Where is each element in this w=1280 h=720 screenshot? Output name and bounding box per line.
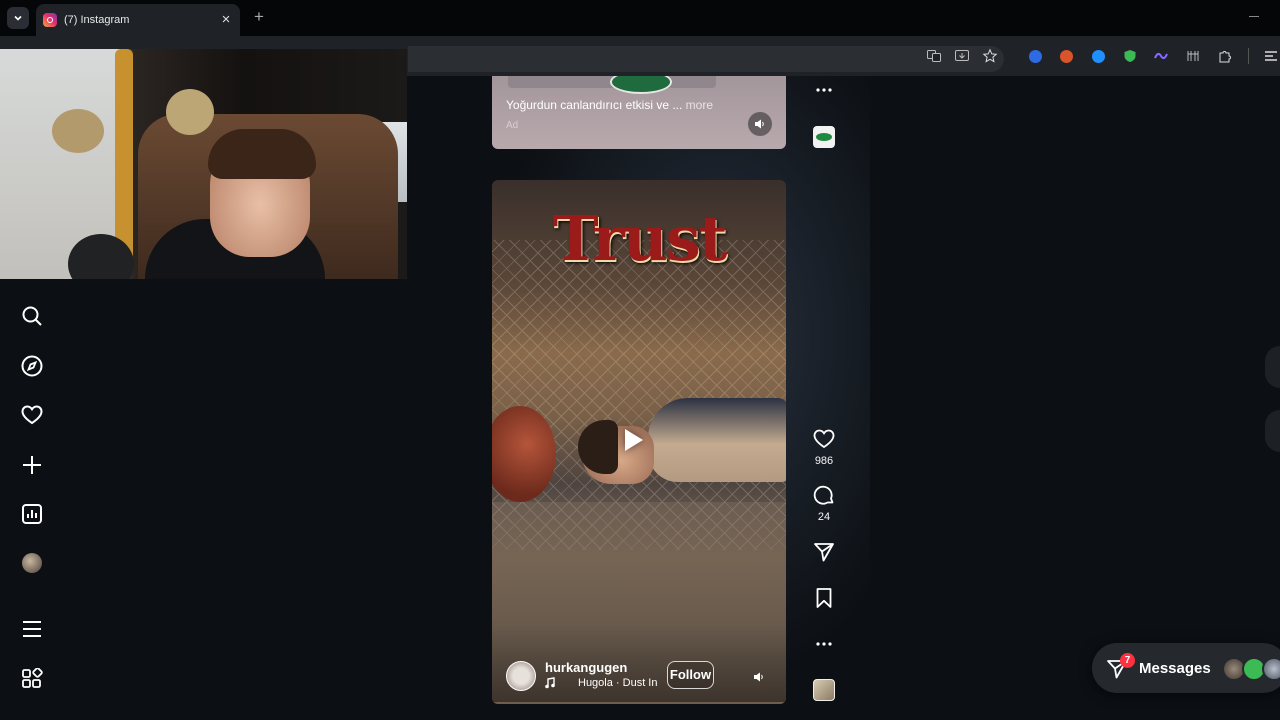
extensions-puzzle-icon[interactable] [1216, 47, 1234, 65]
audio-thumbnail[interactable] [813, 679, 835, 701]
creator-username[interactable]: hurkangugen [545, 660, 627, 675]
bookmark-star-icon[interactable] [981, 47, 999, 65]
hanging-basket [52, 109, 104, 153]
messages-button[interactable]: 7 Messages [1092, 643, 1280, 693]
profile-avatar [22, 553, 42, 573]
extension-shazam-icon[interactable] [1089, 47, 1107, 65]
address-bar[interactable] [408, 46, 1004, 72]
previous-reel-button[interactable] [1265, 346, 1280, 388]
like-button[interactable] [812, 427, 836, 451]
heart-icon [813, 429, 835, 449]
previous-reel[interactable]: Yoğurdun canlandırıcı etkisi ve ... more… [492, 76, 786, 149]
varsity-jacket [648, 398, 786, 482]
current-reel-video[interactable]: Trust hurkangugen Hugola · Dust In Follo… [492, 180, 786, 704]
tab-search-button[interactable] [7, 7, 29, 29]
brand-logo-icon [816, 133, 832, 141]
nav-dashboard[interactable] [20, 502, 44, 526]
extension-shield-icon[interactable] [1121, 47, 1139, 65]
side-panel-icon[interactable] [1262, 47, 1280, 65]
caption-text: Yoğurdun canlandırıcı etkisi ve ... [506, 98, 683, 112]
browser-tab-instagram[interactable]: (7) Instagram × [36, 4, 240, 36]
next-reel-button[interactable] [1265, 410, 1280, 452]
messages-label: Messages [1139, 660, 1211, 677]
person-hair [208, 129, 316, 179]
instagram-favicon-icon [43, 13, 57, 27]
audio-track[interactable]: Hugola · Dust In [578, 677, 657, 689]
translate-icon[interactable] [925, 47, 943, 65]
speaker-icon [755, 119, 764, 129]
comment-bubble-icon [813, 485, 834, 505]
music-note-icon [545, 676, 555, 689]
more-options-button[interactable] [812, 632, 836, 656]
new-tab-button[interactable]: + [250, 8, 268, 26]
mute-button[interactable] [750, 668, 768, 686]
save-button[interactable] [812, 586, 836, 610]
comment-button[interactable] [812, 484, 836, 508]
nav-create[interactable] [20, 453, 44, 477]
comment-count: 24 [817, 511, 831, 523]
nav-also-from-meta[interactable] [20, 667, 44, 691]
hanging-basket [166, 89, 214, 135]
extension-wave-icon[interactable] [1152, 47, 1170, 65]
more-horizontal-icon [816, 642, 832, 646]
sponsored-label: Ad [506, 120, 519, 131]
compass-icon [21, 355, 43, 377]
insights-chart-icon [22, 504, 42, 524]
caption-more-link[interactable]: more [686, 98, 713, 112]
friend-avatar [1262, 657, 1280, 681]
plus-icon [23, 456, 41, 474]
search-icon [22, 306, 42, 326]
nav-search[interactable] [20, 304, 44, 328]
bookmark-icon [816, 588, 832, 608]
menu-icon [23, 621, 41, 637]
nav-explore[interactable] [20, 354, 44, 378]
like-count: 986 [814, 455, 834, 467]
extension-fox-icon[interactable] [1057, 47, 1075, 65]
play-icon[interactable] [625, 429, 643, 451]
tab-strip: (7) Instagram × + [0, 0, 1280, 36]
chevron-down-icon [14, 15, 22, 21]
install-app-icon[interactable] [953, 47, 971, 65]
coat-rack [115, 49, 133, 269]
brand-logo [610, 76, 672, 94]
apps-grid-icon [22, 668, 43, 688]
heart-icon [21, 405, 43, 425]
speaker-icon [754, 672, 763, 682]
person-lying-on-court [578, 398, 786, 486]
extension-grid-icon[interactable] [1184, 47, 1202, 65]
video-title-overlay: Trust [552, 202, 728, 275]
court-ground [492, 502, 786, 702]
mute-button[interactable] [748, 112, 772, 136]
toolbar-separator [1248, 48, 1249, 64]
minimize-window-button[interactable] [1246, 8, 1262, 24]
tab-close-icon[interactable]: × [218, 12, 234, 28]
prev-more-options-button[interactable] [812, 78, 836, 102]
prev-audio-thumbnail[interactable] [813, 126, 835, 148]
nav-profile[interactable] [20, 551, 44, 575]
extension-blue-icon[interactable] [1026, 47, 1044, 65]
creator-avatar[interactable] [506, 661, 536, 691]
unread-badge: 7 [1120, 653, 1135, 668]
nav-more[interactable] [20, 617, 44, 641]
tab-title: (7) Instagram [64, 14, 130, 26]
send-plane-icon [814, 543, 834, 562]
follow-button[interactable]: Follow [667, 661, 714, 689]
more-horizontal-icon [816, 88, 832, 92]
webcam-overlay [0, 49, 407, 279]
share-button[interactable] [812, 540, 836, 564]
reel-caption: Yoğurdun canlandırıcı etkisi ve ... more [506, 98, 713, 112]
nav-notifications[interactable] [20, 403, 44, 427]
